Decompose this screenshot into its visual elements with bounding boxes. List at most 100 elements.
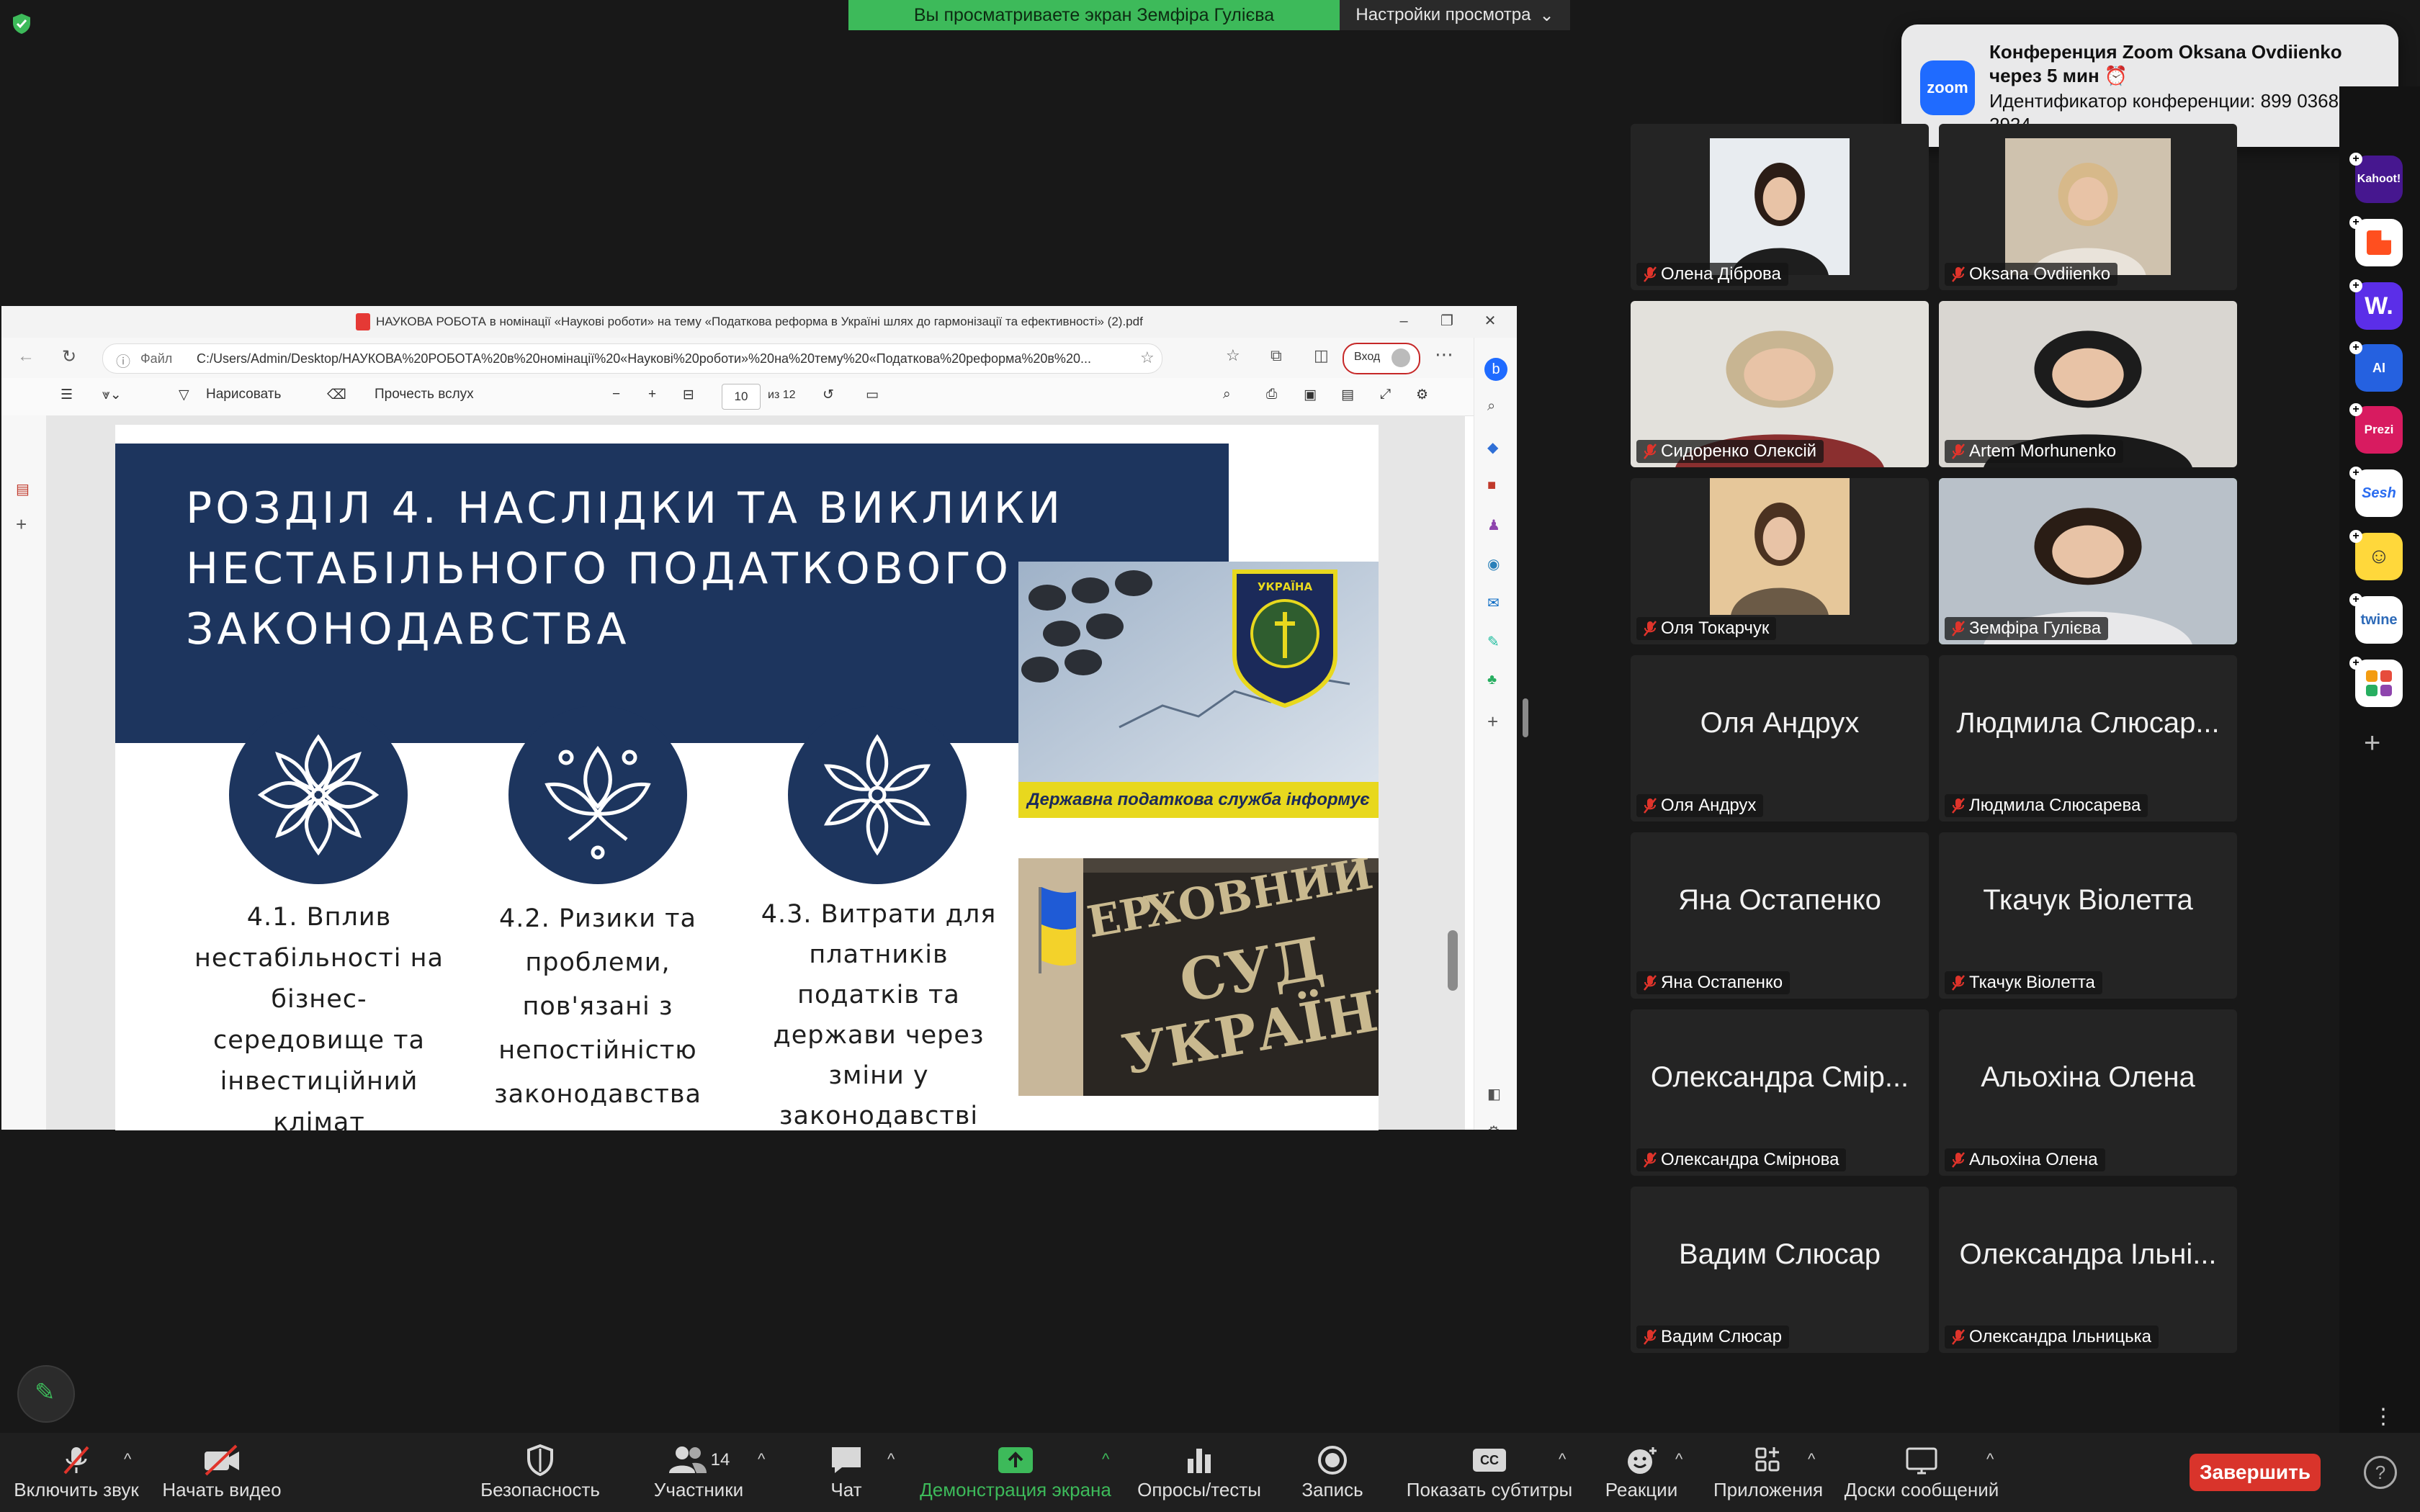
save-icon[interactable]: ▣: [1304, 387, 1317, 403]
reactions-button[interactable]: Реакции: [1602, 1441, 1681, 1501]
add-app-icon[interactable]: +: [2349, 153, 2362, 166]
zoom-in-icon[interactable]: +: [648, 387, 656, 402]
collections-icon[interactable]: ⧉: [1270, 346, 1282, 365]
participant-tile[interactable]: Оля Токарчук: [1631, 478, 1929, 644]
add-app-icon[interactable]: +: [2349, 530, 2362, 543]
settings-gear-icon[interactable]: ⚙: [1416, 387, 1428, 403]
participant-tile[interactable]: Artem Morhunenko: [1939, 301, 2237, 467]
url-field[interactable]: ⓘ Файл C:/Users/Admin/Desktop/НАУКОВА%20…: [102, 343, 1162, 374]
ai-companion-app-icon[interactable]: AI: [2355, 344, 2403, 392]
share-options-caret-icon[interactable]: ^: [1102, 1450, 1109, 1469]
participant-tile[interactable]: Oksana Ovdiienko: [1939, 124, 2237, 290]
save-as-icon[interactable]: ▤: [1341, 387, 1354, 403]
highlight-icon[interactable]: ⩔⌄: [102, 387, 122, 403]
add-sidebar-app-icon[interactable]: +: [1487, 711, 1498, 733]
back-icon[interactable]: ←: [17, 346, 35, 366]
record-button[interactable]: Запись: [1296, 1441, 1368, 1501]
search-icon[interactable]: ⌕: [1223, 387, 1231, 402]
participant-tile[interactable]: Ткачук Віолетта Ткачук Віолетта: [1939, 832, 2237, 999]
captions-options-caret-icon[interactable]: ^: [1559, 1450, 1566, 1469]
participant-tile[interactable]: Олександра Ільні... Олександра Ільницька: [1939, 1187, 2237, 1353]
twine-app-icon[interactable]: twine: [2355, 596, 2403, 644]
refresh-icon[interactable]: ↻: [62, 346, 76, 367]
prezi-app-icon[interactable]: Prezi: [2355, 406, 2403, 454]
kahoot-app-icon[interactable]: Kahoot!: [2355, 156, 2403, 203]
unmute-button[interactable]: Включить звук: [12, 1441, 141, 1501]
fit-page-icon[interactable]: ⊟: [683, 387, 694, 403]
tools-icon[interactable]: ■: [1487, 477, 1496, 494]
draw-button[interactable]: Нарисовать: [206, 387, 281, 402]
more-options-icon[interactable]: ⋮: [2372, 1404, 2394, 1429]
audio-options-caret-icon[interactable]: ^: [124, 1450, 131, 1469]
new-tab-icon[interactable]: +: [16, 513, 27, 536]
extensions-icon[interactable]: ◫: [1314, 346, 1329, 365]
fullscreen-icon[interactable]: ⤢: [1380, 387, 1391, 402]
blocks-app-icon[interactable]: [2355, 660, 2403, 707]
office-icon[interactable]: ◉: [1487, 555, 1500, 573]
apps-button[interactable]: Приложения: [1713, 1441, 1823, 1501]
add-apps-icon[interactable]: +: [2364, 727, 2380, 760]
emoji-app-icon[interactable]: ☺: [2355, 533, 2403, 580]
shopping-tag-icon[interactable]: ◆: [1487, 438, 1498, 456]
participant-tile[interactable]: Земфіра Гулієва: [1939, 478, 2237, 644]
chat-options-caret-icon[interactable]: ^: [887, 1450, 895, 1469]
participant-tile[interactable]: Людмила Слюсар... Людмила Слюсарева: [1939, 655, 2237, 822]
add-app-icon[interactable]: +: [2349, 216, 2362, 229]
info-icon[interactable]: ⓘ: [116, 350, 130, 371]
apps-options-caret-icon[interactable]: ^: [1808, 1450, 1815, 1469]
wordwall-app-icon[interactable]: W.: [2355, 282, 2403, 330]
tree-icon[interactable]: ♣: [1487, 672, 1497, 688]
add-app-icon[interactable]: +: [2349, 593, 2362, 606]
add-app-icon[interactable]: +: [2349, 657, 2362, 670]
favorites-icon[interactable]: ☆: [1226, 346, 1240, 365]
captions-button[interactable]: CC Показать субтитры: [1404, 1441, 1574, 1501]
add-app-icon[interactable]: +: [2349, 341, 2362, 354]
rotate-icon[interactable]: ↺: [823, 387, 834, 403]
polls-button[interactable]: Опросы/тесты: [1131, 1441, 1268, 1501]
participants-button[interactable]: 14 Участники: [634, 1441, 763, 1501]
draw-icon[interactable]: ▽: [179, 387, 189, 403]
chat-button[interactable]: Чат: [814, 1441, 879, 1501]
add-app-icon[interactable]: +: [2349, 279, 2362, 292]
reactions-options-caret-icon[interactable]: ^: [1675, 1450, 1682, 1469]
designer-icon[interactable]: ✎: [1487, 633, 1500, 651]
participant-tile[interactable]: Оля Андрух Оля Андрух: [1631, 655, 1929, 822]
security-button[interactable]: Безопасность: [475, 1441, 605, 1501]
close-icon[interactable]: ✕: [1479, 310, 1501, 332]
sidebar-search-icon[interactable]: ⌕: [1487, 398, 1495, 415]
panel-resize-handle[interactable]: [1523, 698, 1528, 737]
pdf-tab-icon[interactable]: ▤: [16, 480, 30, 498]
whiteboards-options-caret-icon[interactable]: ^: [1986, 1450, 1994, 1469]
view-options-button[interactable]: Настройки просмотра ⌄: [1340, 0, 1570, 30]
read-aloud-button[interactable]: Прочесть вслух: [375, 387, 474, 402]
restore-icon[interactable]: ❐: [1436, 310, 1458, 332]
page-number-input[interactable]: 10: [722, 384, 761, 410]
favorite-star-icon[interactable]: ☆: [1140, 348, 1155, 367]
participant-tile[interactable]: Вадим Слюсар Вадим Слюсар: [1631, 1187, 1929, 1353]
contents-icon[interactable]: ☰: [60, 387, 73, 403]
sesh-app-icon[interactable]: Sesh: [2355, 469, 2403, 517]
whiteboards-button[interactable]: Доски сообщений: [1841, 1441, 2002, 1501]
pdf-scrollbar-thumb[interactable]: [1448, 930, 1458, 991]
participant-tile[interactable]: Олександра Смір... Олександра Смірнова: [1631, 1009, 1929, 1176]
cut-app-icon[interactable]: [2355, 219, 2403, 266]
participant-tile[interactable]: Яна Остапенко Яна Остапенко: [1631, 832, 1929, 999]
help-icon[interactable]: ?: [2364, 1456, 2397, 1489]
participant-tile[interactable]: Олена Діброва: [1631, 124, 1929, 290]
annotate-pen-button[interactable]: ✎: [17, 1365, 75, 1423]
share-screen-button[interactable]: Демонстрация экрана: [915, 1441, 1116, 1501]
minimize-icon[interactable]: –: [1393, 310, 1415, 332]
participants-options-caret-icon[interactable]: ^: [758, 1450, 765, 1469]
add-app-icon[interactable]: +: [2349, 403, 2362, 416]
outlook-icon[interactable]: ✉: [1487, 594, 1500, 612]
add-app-icon[interactable]: +: [2349, 467, 2362, 480]
participant-tile[interactable]: Альохіна Олена Альохіна Олена: [1939, 1009, 2237, 1176]
print-icon[interactable]: ⎙: [1266, 387, 1277, 402]
end-meeting-button[interactable]: Завершить: [2190, 1454, 2321, 1491]
more-menu-icon[interactable]: ⋯: [1435, 343, 1453, 366]
sidebar-settings-icon[interactable]: ⚙: [1487, 1122, 1500, 1130]
start-video-button[interactable]: Начать видео: [157, 1441, 287, 1501]
page-view-icon[interactable]: ▭: [866, 387, 879, 403]
eraser-icon[interactable]: ⌫: [327, 387, 346, 403]
sidebar-layout-icon[interactable]: ◧: [1487, 1085, 1501, 1103]
